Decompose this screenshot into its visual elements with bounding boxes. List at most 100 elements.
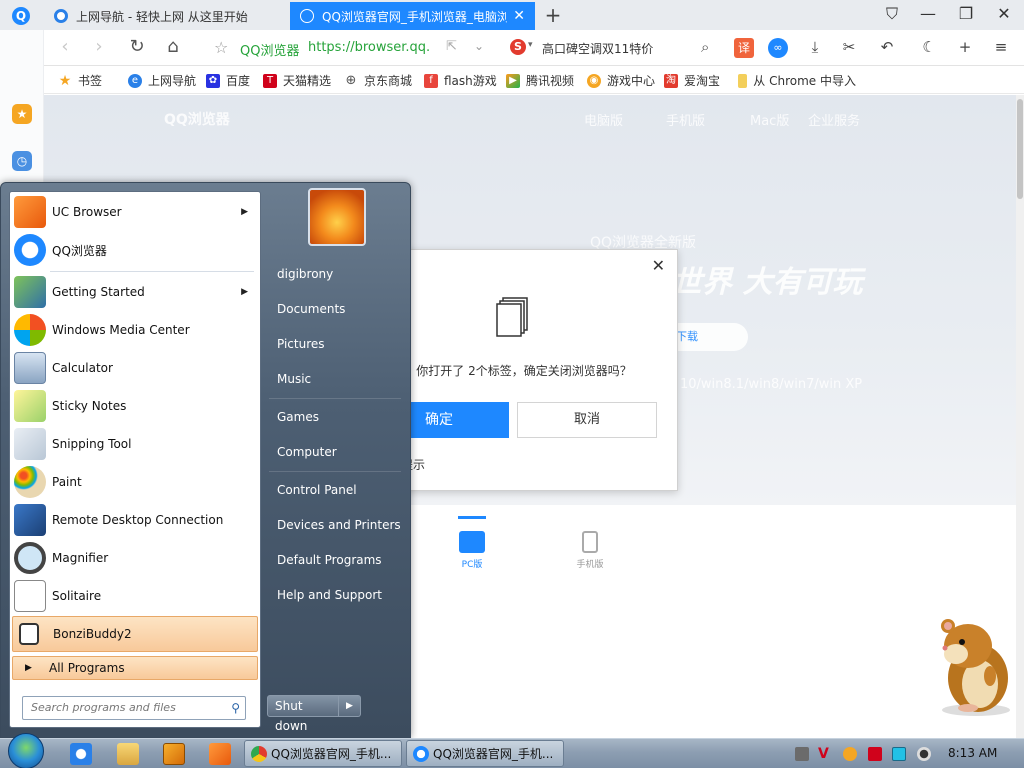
tab-close-icon[interactable]: ✕ [513, 8, 525, 24]
program-snipping-tool[interactable]: Snipping Tool [12, 426, 258, 462]
program-sticky-notes[interactable]: Sticky Notes [12, 388, 258, 424]
all-programs-button[interactable]: ▶ All Programs [12, 656, 258, 680]
program-qq-browser[interactable]: QQ浏览器 [12, 232, 258, 268]
night-mode-moon-icon[interactable]: ☾ [918, 36, 940, 58]
bookmark-item[interactable]: 从 Chrome 中导入 [738, 72, 856, 89]
start-link-default-programs[interactable]: Default Programs [267, 545, 403, 575]
home-icon[interactable]: ⌂ [162, 36, 184, 57]
tray-app-icon[interactable] [795, 747, 809, 761]
scissors-icon[interactable]: ✂ [838, 36, 860, 58]
new-tab-plus-icon[interactable]: + [543, 3, 563, 27]
qq-browser-logo-icon[interactable]: Q [12, 7, 30, 25]
forward-icon[interactable]: › [88, 36, 110, 57]
program-calculator[interactable]: Calculator [12, 350, 258, 386]
site-brand[interactable]: QQ浏览器 [164, 109, 230, 129]
program-uc-browser[interactable]: UC Browser ▶ [12, 194, 258, 230]
bookmark-star-icon[interactable]: ☆ [214, 38, 228, 57]
nav-link[interactable]: 手机版 [666, 110, 705, 129]
minimize-icon[interactable]: — [916, 4, 940, 23]
close-window-icon[interactable]: ✕ [992, 4, 1016, 23]
tray-network-icon[interactable] [892, 747, 906, 761]
start-link-devices-printers[interactable]: Devices and Printers [267, 510, 403, 540]
shutdown-button[interactable]: Shut down [267, 695, 339, 733]
hamster-mascot[interactable] [932, 612, 1018, 718]
link-icon[interactable]: ∞ [768, 38, 788, 58]
tray-v-icon[interactable]: V [818, 747, 832, 761]
nav-link[interactable]: 企业服务 [808, 110, 860, 129]
tray-volume-icon[interactable] [917, 747, 931, 761]
uc-browser-icon[interactable] [209, 743, 231, 765]
start-link-user[interactable]: digibrony [267, 259, 403, 289]
plus-icon[interactable]: + [954, 36, 976, 58]
search-input[interactable]: 高口碑空调双11特价 [542, 40, 653, 57]
favorites-star-icon[interactable]: ★ [12, 104, 32, 124]
hero-headline: 世界 大有可玩 [672, 265, 863, 300]
shutdown-options-arrow-icon[interactable]: ▶ [339, 695, 361, 717]
tab-nav-home[interactable]: 上网导航 - 轻快上网 从这里开始 [44, 2, 290, 30]
site-name[interactable]: QQ浏览器 [240, 40, 299, 59]
bookmark-item[interactable]: T 天猫精选 [263, 72, 331, 89]
program-bonzibuddy2[interactable]: BonziBuddy2 [12, 616, 258, 652]
maximize-icon[interactable]: ❐ [954, 4, 978, 23]
bookmark-item[interactable]: ⊕ 京东商城 [344, 72, 412, 89]
back-icon[interactable]: ‹ [54, 36, 76, 57]
bookmark-item[interactable]: ▶ 腾讯视频 [506, 72, 574, 89]
qq-browser-icon [14, 234, 46, 266]
refresh-icon[interactable]: ↻ [126, 36, 148, 57]
platform-mobile-tab[interactable]: 手机版 [570, 531, 610, 570]
taskbar-item-chrome[interactable]: QQ浏览器官网_手机... [244, 740, 402, 767]
os-support-text: 10/win8.1/win8/win7/win XP [680, 377, 863, 392]
menu-icon[interactable]: ≡ [990, 36, 1012, 58]
sogou-s-icon[interactable]: S [510, 39, 526, 55]
start-link-pictures[interactable]: Pictures [267, 329, 403, 359]
program-getting-started[interactable]: Getting Started ▶ [12, 274, 258, 310]
url-field[interactable]: https://browser.qq. [308, 40, 430, 55]
chevron-down-icon[interactable]: ⌄ [474, 39, 484, 53]
bookmark-item[interactable]: 淘爱淘宝 [664, 72, 720, 89]
tray-flag-icon[interactable] [868, 747, 882, 761]
program-remote-desktop[interactable]: Remote Desktop Connection [12, 502, 258, 538]
program-label: Sticky Notes [52, 399, 127, 413]
media-player-icon[interactable] [163, 743, 185, 765]
engine-caret-icon[interactable]: ▾ [528, 40, 533, 50]
undo-icon[interactable]: ↶ [876, 36, 898, 58]
start-search-input[interactable]: Search programs and files ⚲ [22, 696, 246, 720]
start-link-computer[interactable]: Computer [267, 437, 403, 467]
tab-qq-browser-site[interactable]: QQ浏览器官网_手机浏览器_电脑浏览 ✕ [290, 2, 535, 30]
program-paint[interactable]: Paint [12, 464, 258, 500]
monitor-icon [459, 531, 485, 553]
bookmark-item[interactable]: f flash游戏 [424, 72, 497, 89]
explorer-folder-icon[interactable] [117, 743, 139, 765]
download-icon[interactable]: ⤓ [804, 36, 826, 58]
translate-icon[interactable]: 译 [734, 38, 754, 58]
start-link-music[interactable]: Music [267, 364, 403, 394]
program-solitaire[interactable]: Solitaire [12, 578, 258, 614]
start-link-control-panel[interactable]: Control Panel [267, 475, 403, 505]
bookmark-item[interactable]: ★ 书签 [58, 72, 102, 89]
nav-link[interactable]: 电脑版 [584, 110, 623, 129]
start-link-documents[interactable]: Documents [267, 294, 403, 324]
program-magnifier[interactable]: Magnifier [12, 540, 258, 576]
bookmark-item[interactable]: ◉ 游戏中心 [587, 72, 655, 89]
taskbar-item-qq-browser[interactable]: QQ浏览器官网_手机... [406, 740, 564, 767]
program-label: Remote Desktop Connection [52, 513, 224, 527]
bookmark-item[interactable]: ✿ 百度 [206, 72, 250, 89]
cancel-button[interactable]: 取消 [517, 402, 657, 438]
start-orb-button[interactable] [8, 733, 44, 768]
program-media-center[interactable]: Windows Media Center [12, 312, 258, 348]
skin-icon[interactable]: ⛉ [880, 4, 904, 24]
bookmark-item[interactable]: e 上网导航 [128, 72, 196, 89]
nav-link[interactable]: Mac版 [750, 110, 789, 129]
search-icon[interactable]: ⌕ [701, 38, 709, 56]
tray-search-icon[interactable] [843, 747, 857, 761]
history-clock-icon[interactable]: ◷ [12, 151, 32, 171]
platform-pc-tab[interactable]: PC版 [452, 531, 492, 570]
scroll-thumb[interactable] [1017, 99, 1023, 199]
share-icon[interactable]: ⇱ [446, 39, 457, 54]
close-icon[interactable]: ✕ [652, 256, 665, 275]
user-avatar[interactable] [308, 188, 366, 246]
system-clock[interactable]: 8:13 AM [948, 746, 997, 760]
start-link-help-support[interactable]: Help and Support [267, 580, 403, 610]
start-link-games[interactable]: Games [267, 402, 403, 432]
internet-explorer-icon[interactable] [70, 743, 92, 765]
